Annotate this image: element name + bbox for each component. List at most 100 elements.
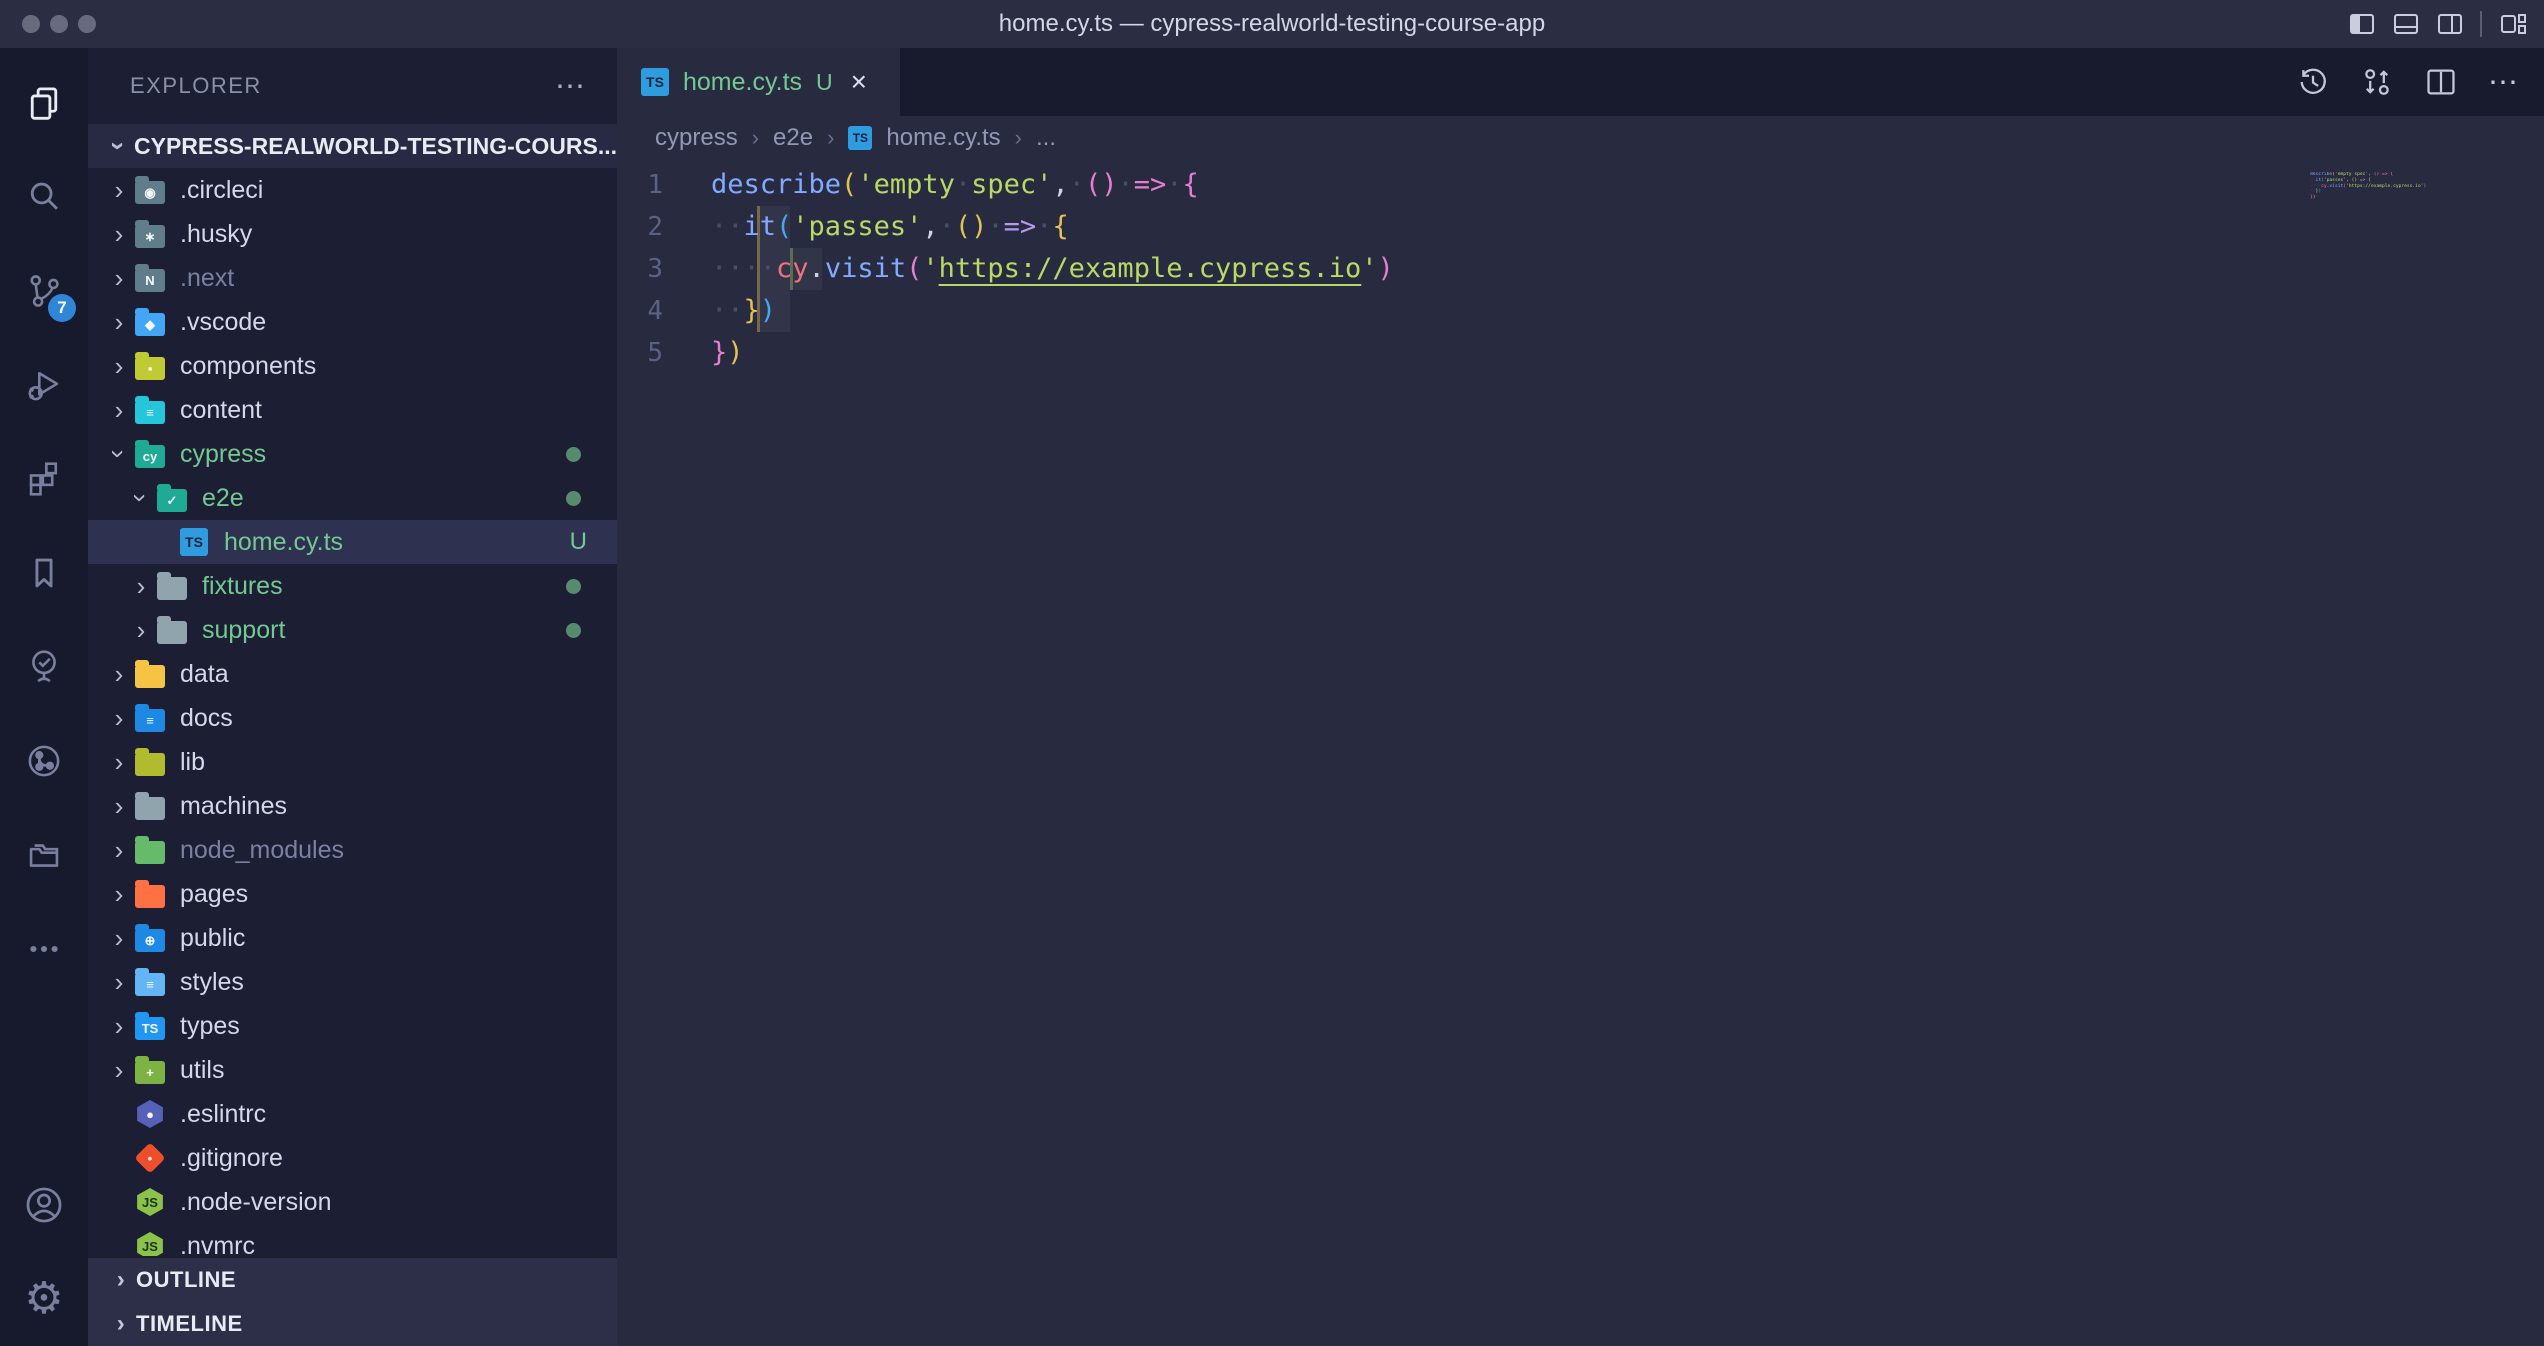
tree-item-husky[interactable]: ›∗.husky	[88, 212, 617, 256]
tree-item-node-version[interactable]: JS.node-version	[88, 1180, 617, 1224]
project-folders-icon[interactable]	[0, 808, 88, 902]
source-control-icon[interactable]: 7	[0, 244, 88, 338]
explorer-more-actions-icon[interactable]: ⋯	[555, 69, 587, 104]
customize-layout-icon[interactable]	[2498, 9, 2528, 39]
chevron-right-icon[interactable]: ›	[126, 573, 156, 599]
tree-item-label: docs	[180, 704, 233, 733]
tree-item-gitignore[interactable]: •.gitignore	[88, 1136, 617, 1180]
project-root-header[interactable]: › CYPRESS-REALWORLD-TESTING-COURS...	[88, 124, 617, 168]
chevron-right-icon[interactable]: ›	[104, 749, 134, 775]
tree-item-next[interactable]: ›N.next	[88, 256, 617, 300]
tree-item-machines[interactable]: ›machines	[88, 784, 617, 828]
tab-bar: TS home.cy.ts U ×	[617, 48, 2544, 116]
bookmarks-icon[interactable]	[0, 526, 88, 620]
breadcrumb-separator: ›	[1015, 125, 1022, 151]
tree-item-label: cypress	[180, 440, 266, 469]
outline-section-header[interactable]: › OUTLINE	[88, 1258, 617, 1302]
chevron-right-icon[interactable]: ›	[104, 925, 134, 951]
tree-item-vscode[interactable]: ›◆.vscode	[88, 300, 617, 344]
close-tab-icon[interactable]: ×	[851, 68, 867, 96]
tree-item-fixtures[interactable]: ›fixtures	[88, 564, 617, 608]
tree-item-lib[interactable]: ›lib	[88, 740, 617, 784]
chevron-right-icon[interactable]: ›	[104, 221, 134, 247]
tree-item-types[interactable]: ›TStypes	[88, 1004, 617, 1048]
chevron-right-icon[interactable]: ›	[104, 1057, 134, 1083]
code-line[interactable]: 3····cy.visit('https://example.cypress.i…	[617, 248, 2544, 290]
timeline-section-header[interactable]: › TIMELINE	[88, 1302, 617, 1346]
file-type-icon: JS	[134, 1232, 166, 1256]
tree-item-styles[interactable]: ›≡styles	[88, 960, 617, 1004]
explorer-icon[interactable]	[0, 56, 88, 150]
tree-item-docs[interactable]: ›≡ docs	[88, 696, 617, 740]
git-modified-dot-badge	[566, 491, 581, 506]
folder-icon	[156, 573, 188, 600]
tree-item-cypress[interactable]: ›cycypress	[88, 432, 617, 476]
git-modified-dot-badge	[566, 623, 581, 638]
extensions-icon[interactable]	[0, 432, 88, 526]
typescript-file-icon: TS	[848, 126, 872, 150]
file-type-icon: ●	[134, 1100, 166, 1128]
line-number: 4	[617, 290, 711, 332]
settings-gear-icon[interactable]: ⚙	[0, 1252, 88, 1346]
tree-item-content[interactable]: ›≡content	[88, 388, 617, 432]
tree-item-e2e[interactable]: ›✓e2e	[88, 476, 617, 520]
tree-item-utils[interactable]: ›+utils	[88, 1048, 617, 1092]
folder-icon: TS	[134, 1013, 166, 1040]
chevron-down-icon[interactable]: ›	[128, 483, 154, 513]
toggle-secondary-sidebar-icon[interactable]	[2436, 10, 2464, 38]
tree-item-components[interactable]: ›▪components	[88, 344, 617, 388]
tree-item-nvmrc[interactable]: JS.nvmrc	[88, 1224, 617, 1256]
chevron-right-icon[interactable]: ›	[104, 265, 134, 291]
tree-item-label: public	[180, 924, 245, 953]
chevron-right-icon[interactable]: ›	[104, 353, 134, 379]
toggle-panel-icon[interactable]	[2392, 10, 2420, 38]
timeline-history-icon[interactable]	[2296, 65, 2330, 99]
typescript-file-icon: TS	[641, 68, 669, 96]
tree-item-node-modules[interactable]: ›node_modules	[88, 828, 617, 872]
toggle-sidebar-icon[interactable]	[2348, 10, 2376, 38]
open-changes-icon[interactable]	[2360, 65, 2394, 99]
tree-item-label: pages	[180, 880, 248, 909]
chevron-right-icon[interactable]: ›	[104, 177, 134, 203]
chevron-right-icon[interactable]: ›	[104, 837, 134, 863]
chevron-right-icon[interactable]: ›	[104, 661, 134, 687]
activity-bar: 7	[0, 48, 88, 1346]
tree-item-support[interactable]: ›support	[88, 608, 617, 652]
chevron-right-icon[interactable]: ›	[104, 793, 134, 819]
chevron-right-icon[interactable]: ›	[104, 1013, 134, 1039]
chevron-right-icon[interactable]: ›	[104, 309, 134, 335]
account-icon[interactable]	[0, 1158, 88, 1252]
tree-item-circleci[interactable]: ›◉.circleci	[88, 168, 617, 212]
chevron-right-icon[interactable]: ›	[104, 881, 134, 907]
code-line[interactable]: 4··})	[617, 290, 2544, 332]
code-editor[interactable]: 1describe('empty·spec',·()·=>·{2··it('pa…	[617, 160, 2544, 1346]
tree-item-pages[interactable]: › pages	[88, 872, 617, 916]
split-editor-icon[interactable]	[2424, 65, 2458, 99]
editor-more-actions-icon[interactable]: ⋯	[2488, 65, 2518, 100]
tree-item-eslintrc[interactable]: ●.eslintrc	[88, 1092, 617, 1136]
search-icon[interactable]	[0, 150, 88, 244]
chevron-right-icon[interactable]: ›	[104, 705, 134, 731]
tab-home-cy-ts[interactable]: TS home.cy.ts U ×	[617, 48, 900, 116]
chevron-right-icon[interactable]: ›	[104, 969, 134, 995]
folder-icon: ≡	[134, 397, 166, 424]
breadcrumb-item[interactable]: cypress	[655, 124, 738, 152]
chevron-right-icon[interactable]: ›	[104, 397, 134, 423]
code-line[interactable]: 2··it('passes',·()·=>·{	[617, 206, 2544, 248]
breadcrumb-item[interactable]: ...	[1036, 124, 1056, 152]
chevron-right-icon[interactable]: ›	[126, 617, 156, 643]
tree-item-label: .next	[180, 264, 234, 293]
code-line[interactable]: 5})	[617, 332, 2544, 374]
git-graph-icon[interactable]	[0, 714, 88, 808]
tree-item-public[interactable]: ›⊕public	[88, 916, 617, 960]
breadcrumb-item[interactable]: e2e	[773, 124, 813, 152]
chevron-down-icon[interactable]: ›	[106, 439, 132, 469]
folder-icon: ≡	[134, 705, 166, 732]
run-debug-icon[interactable]	[0, 338, 88, 432]
more-actions-icon[interactable]	[0, 902, 88, 996]
breadcrumb-item[interactable]: home.cy.ts	[886, 124, 1000, 152]
tree-item-home-cy-ts[interactable]: TShome.cy.tsU	[88, 520, 617, 564]
tree-item-data[interactable]: ›data	[88, 652, 617, 696]
code-line[interactable]: 1describe('empty·spec',·()·=>·{	[617, 164, 2544, 206]
testing-tree-icon[interactable]	[0, 620, 88, 714]
